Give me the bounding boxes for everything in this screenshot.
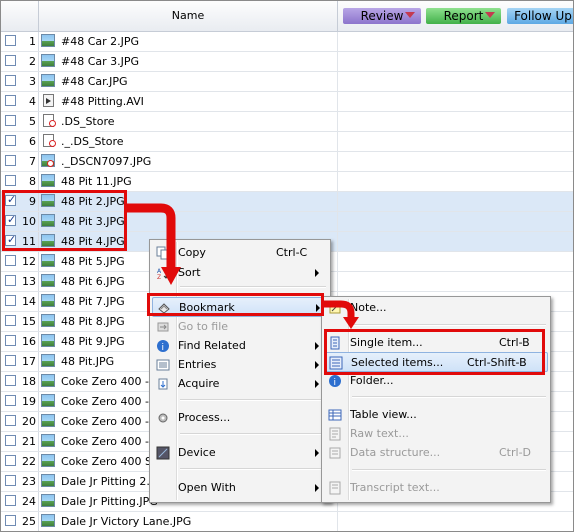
red-arrows-overlay [127, 203, 359, 329]
red-arrow-bookmark-to-submenu [324, 300, 355, 319]
file-table-window: Name Review Report Follow Up 1 #48 Car 2.… [0, 0, 574, 532]
red-arrow-head-icon [343, 317, 359, 329]
red-arrow-rows-to-bookmark [127, 203, 176, 269]
red-arrow-head-icon [161, 267, 181, 285]
